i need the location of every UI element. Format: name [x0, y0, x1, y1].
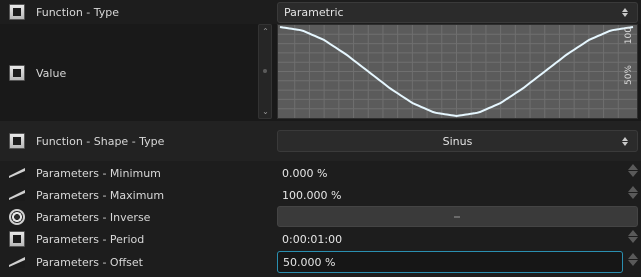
- offset-spinner[interactable]: [626, 253, 639, 266]
- row-inverse: Parameters - Inverse: [0, 206, 641, 228]
- maximum-label: Parameters - Maximum: [36, 189, 165, 202]
- value-label: Value: [36, 67, 67, 80]
- dropdown-arrows-icon: [618, 136, 631, 146]
- spin-down-icon[interactable]: [627, 193, 638, 199]
- checkbox-icon[interactable]: [9, 133, 25, 149]
- ramp-icon: [9, 168, 25, 179]
- minimum-spinner[interactable]: [626, 164, 639, 177]
- scroll-handle[interactable]: [263, 69, 267, 73]
- y-axis-top-label: 100: [624, 27, 634, 45]
- offset-label: Parameters - Offset: [36, 256, 143, 269]
- function-type-label: Function - Type: [36, 6, 120, 19]
- shape-type-label: Function - Shape - Type: [36, 135, 165, 148]
- spin-down-icon[interactable]: [627, 260, 638, 266]
- spin-down-icon[interactable]: [627, 171, 638, 177]
- row-minimum: Parameters - Minimum 0.000 %: [0, 162, 641, 184]
- spin-down-icon[interactable]: [627, 237, 638, 243]
- ramp-icon: [9, 257, 25, 268]
- minimum-label: Parameters - Minimum: [36, 167, 161, 180]
- period-spinner[interactable]: [626, 230, 639, 243]
- checkbox-icon[interactable]: [9, 65, 25, 81]
- dropdown-arrows-icon: [618, 8, 631, 17]
- spin-up-icon[interactable]: [627, 253, 638, 259]
- toggle-handle-icon: [454, 216, 460, 218]
- spin-up-icon[interactable]: [627, 164, 638, 170]
- period-label: Parameters - Period: [36, 233, 145, 246]
- row-offset: Parameters - Offset 50.000 %: [0, 250, 641, 274]
- y-axis-mid-label: 50%: [624, 65, 634, 86]
- shape-type-dropdown[interactable]: Sinus: [277, 130, 638, 152]
- period-value[interactable]: 0:00:01:00: [282, 233, 342, 246]
- scroll-down-icon[interactable]: ⌄: [261, 107, 270, 116]
- offset-value: 50.000 %: [283, 255, 336, 269]
- dial-icon: [9, 209, 25, 225]
- value-curve-graph[interactable]: 100 50%: [277, 24, 638, 119]
- checkbox-icon[interactable]: [9, 231, 25, 247]
- offset-input[interactable]: 50.000 %: [277, 251, 623, 273]
- ramp-icon: [9, 190, 25, 201]
- inverse-label: Parameters - Inverse: [36, 211, 151, 224]
- spin-up-icon[interactable]: [627, 186, 638, 192]
- maximum-spinner[interactable]: [626, 186, 639, 199]
- spin-up-icon[interactable]: [627, 230, 638, 236]
- value-scrollbar[interactable]: ⌃ ⌄: [258, 24, 272, 119]
- checkbox-icon[interactable]: [9, 4, 25, 20]
- row-shape-type: Function - Shape - Type Sinus: [0, 121, 641, 161]
- function-type-value: Parametric: [284, 6, 344, 19]
- inverse-toggle[interactable]: [277, 206, 638, 227]
- curve-chart: [278, 25, 637, 118]
- scroll-up-icon[interactable]: ⌃: [261, 27, 270, 36]
- maximum-value[interactable]: 100.000 %: [282, 189, 341, 202]
- shape-type-value: Sinus: [442, 134, 473, 148]
- row-maximum: Parameters - Maximum 100.000 %: [0, 184, 641, 206]
- row-function-type: Function - Type Parametric: [0, 0, 641, 24]
- row-period: Parameters - Period 0:00:01:00: [0, 228, 641, 250]
- function-type-dropdown[interactable]: Parametric: [277, 2, 638, 23]
- minimum-value[interactable]: 0.000 %: [282, 167, 327, 180]
